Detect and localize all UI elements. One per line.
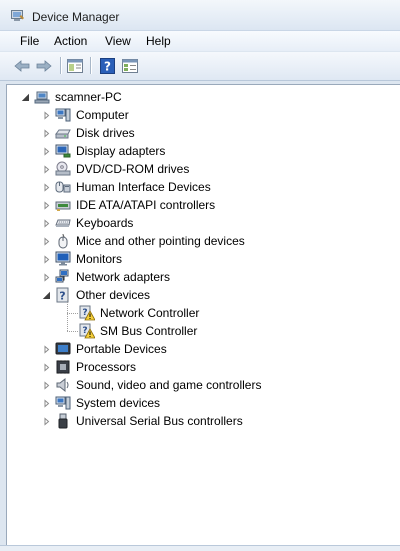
tree-category[interactable]: Universal Serial Bus controllers <box>42 412 243 430</box>
svg-text:?: ? <box>104 60 111 74</box>
show-hide-tree-icon[interactable] <box>65 56 85 76</box>
tree-category[interactable]: Disk drives <box>42 124 135 142</box>
tree-item-label: IDE ATA/ATAPI controllers <box>76 198 216 212</box>
keyboard-icon <box>55 215 71 231</box>
toolbar-separator <box>90 57 92 74</box>
tree-item-label: Human Interface Devices <box>76 180 211 194</box>
tree-category[interactable]: Network adapters <box>42 268 170 286</box>
tree-category[interactable]: DVD/CD-ROM drives <box>42 160 189 178</box>
unknown-device-icon: ? <box>55 287 71 303</box>
display-adapter-icon <box>55 143 71 159</box>
mouse-icon <box>55 233 71 249</box>
collapse-arrow-icon[interactable] <box>21 93 30 102</box>
tree-category[interactable]: Processors <box>42 358 136 376</box>
expand-arrow-icon[interactable] <box>42 272 51 282</box>
tree-device[interactable]: ? SM Bus Controller <box>79 322 197 340</box>
tree-item-label: SM Bus Controller <box>100 324 198 338</box>
expand-arrow-icon[interactable] <box>42 164 51 174</box>
tree-item-label: Display adapters <box>76 144 166 158</box>
expand-arrow-icon[interactable] <box>42 182 51 192</box>
tree-category[interactable]: System devices <box>42 394 160 412</box>
expand-arrow-icon[interactable] <box>42 128 51 138</box>
expand-arrow-icon[interactable] <box>42 218 51 228</box>
hid-icon <box>55 179 71 195</box>
menu-action[interactable]: Action <box>53 34 88 48</box>
tree-category[interactable]: Computer <box>42 106 129 124</box>
tree-item-label: Universal Serial Bus controllers <box>76 414 243 428</box>
tree-category[interactable]: Display adapters <box>42 142 165 160</box>
portable-device-icon <box>55 341 71 357</box>
collapse-arrow-icon[interactable] <box>42 291 51 300</box>
ide-controller-icon <box>55 197 71 213</box>
window-title: Device Manager <box>32 10 120 24</box>
menu-view[interactable]: View <box>104 34 132 48</box>
tree-category[interactable]: Monitors <box>42 250 122 268</box>
toolbar-separator <box>60 57 62 74</box>
tree-category[interactable]: IDE ATA/ATAPI controllers <box>42 196 215 214</box>
tree-item-label: Disk drives <box>76 126 135 140</box>
expand-arrow-icon[interactable] <box>42 380 51 390</box>
processor-icon <box>55 359 71 375</box>
expand-arrow-icon[interactable] <box>42 110 51 120</box>
tree-item-label: Other devices <box>76 288 151 302</box>
system-devices-icon <box>55 395 71 411</box>
tree-item-label: Sound, video and game controllers <box>76 378 262 392</box>
tree-item-label: Computer <box>76 108 129 122</box>
tree-guide-line <box>67 300 68 331</box>
speaker-icon <box>55 377 71 393</box>
expand-arrow-icon[interactable] <box>42 200 51 210</box>
tree-item-label: Network adapters <box>76 270 171 284</box>
tree-category[interactable]: Keyboards <box>42 214 133 232</box>
help-icon[interactable]: ? <box>97 56 117 76</box>
properties-icon[interactable] <box>120 56 140 76</box>
back-arrow-icon[interactable] <box>12 56 32 76</box>
menu-help[interactable]: Help <box>145 34 172 48</box>
tree-item-label: Network Controller <box>100 306 200 320</box>
expand-arrow-icon[interactable] <box>42 344 51 354</box>
tree-item-label: Monitors <box>76 252 123 266</box>
expand-arrow-icon[interactable] <box>42 416 51 426</box>
dvd-drive-icon <box>55 161 71 177</box>
tree-category[interactable]: Human Interface Devices <box>42 178 211 196</box>
tree-item-label: Processors <box>76 360 137 374</box>
pc-icon <box>34 89 50 105</box>
tree-item-label: scamner-PC <box>55 90 122 104</box>
tree-category[interactable]: Portable Devices <box>42 340 167 358</box>
tree-category[interactable]: ? Other devices <box>42 286 150 304</box>
tree-guide-line <box>67 313 78 314</box>
device-manager-icon <box>11 9 25 22</box>
title-bar: Device Manager <box>0 0 400 31</box>
expand-arrow-icon[interactable] <box>42 254 51 264</box>
warning-device-icon: ? <box>79 305 95 321</box>
tree-item-label: Mice and other pointing devices <box>76 234 245 248</box>
computer-icon <box>55 107 71 123</box>
tree-item-label: Keyboards <box>76 216 134 230</box>
menu-file[interactable]: File <box>19 34 40 48</box>
tree-root-computer[interactable]: scamner-PC <box>21 88 122 106</box>
forward-arrow-icon[interactable] <box>34 56 54 76</box>
disk-drive-icon <box>55 125 71 141</box>
status-bar <box>0 545 400 551</box>
warning-device-icon: ? <box>79 323 95 339</box>
menu-bar: File Action View Help <box>0 31 400 51</box>
tree-device[interactable]: ? Network Controller <box>79 304 199 322</box>
tree-item-label: Portable Devices <box>76 342 167 356</box>
tree-item-label: System devices <box>76 396 161 410</box>
tree-item-label: DVD/CD-ROM drives <box>76 162 190 176</box>
expand-arrow-icon[interactable] <box>42 146 51 156</box>
usb-icon <box>55 413 71 429</box>
device-tree[interactable]: scamner-PC Computer Disk drives Display ada… <box>6 84 400 546</box>
toolbar: ? <box>0 52 400 81</box>
monitor-icon <box>55 251 71 267</box>
expand-arrow-icon[interactable] <box>42 398 51 408</box>
expand-arrow-icon[interactable] <box>42 236 51 246</box>
network-adapter-icon <box>55 269 71 285</box>
svg-text:?: ? <box>59 290 65 303</box>
tree-guide-line <box>67 331 78 332</box>
expand-arrow-icon[interactable] <box>42 362 51 372</box>
tree-category[interactable]: Mice and other pointing devices <box>42 232 245 250</box>
tree-category[interactable]: Sound, video and game controllers <box>42 376 261 394</box>
